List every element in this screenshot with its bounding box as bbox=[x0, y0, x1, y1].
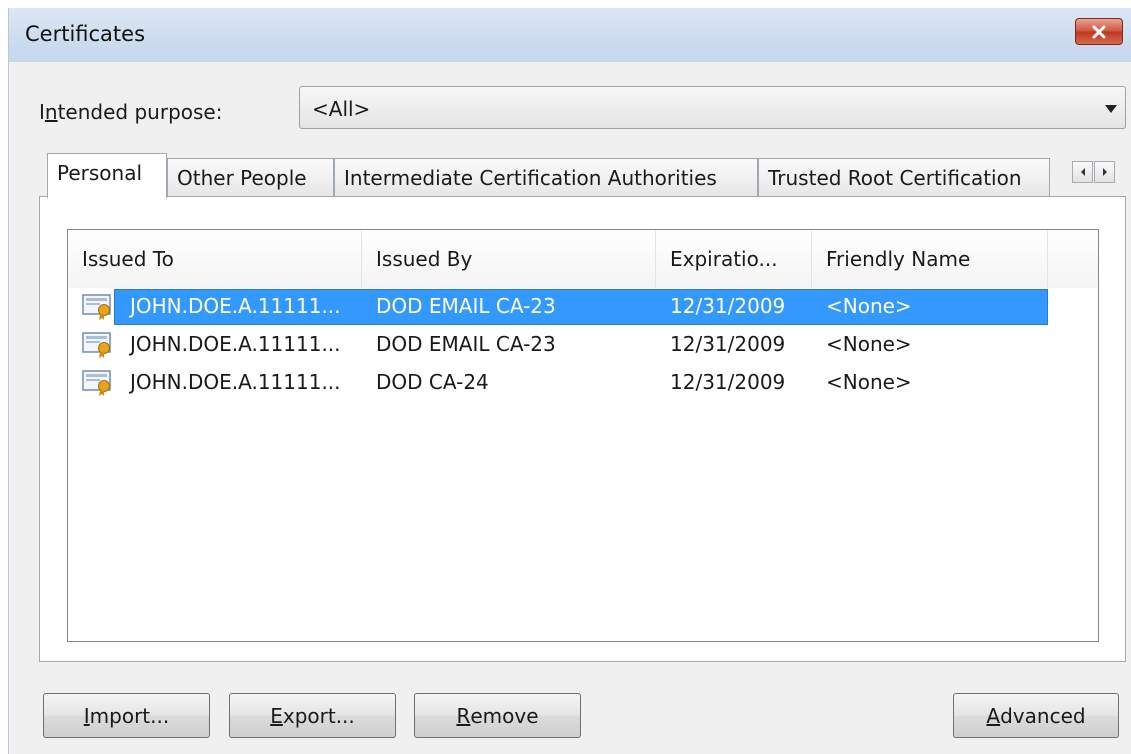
table-row[interactable]: JOHN.DOE.A.11111... DOD CA-24 12/31/2009… bbox=[68, 365, 1050, 401]
column-header-expiration[interactable]: Expiratio... bbox=[656, 230, 812, 288]
accelerator-key: R bbox=[456, 703, 471, 728]
tab-other-people[interactable]: Other People bbox=[167, 158, 334, 196]
advanced-button[interactable]: Advanced bbox=[953, 693, 1119, 738]
close-button[interactable] bbox=[1075, 18, 1123, 45]
button-label: xport... bbox=[282, 703, 355, 728]
button-label: mport... bbox=[89, 703, 170, 728]
tab-scroll-right-button[interactable] bbox=[1094, 161, 1115, 183]
cell-issued-to: JOHN.DOE.A.11111... bbox=[130, 370, 341, 394]
cell-issued-to: JOHN.DOE.A.11111... bbox=[130, 332, 341, 356]
button-label: emove bbox=[470, 703, 539, 728]
cell-friendly-name: <None> bbox=[826, 370, 912, 394]
column-header-friendly-name[interactable]: Friendly Name bbox=[812, 230, 1048, 288]
title-bar[interactable]: Certificates bbox=[9, 8, 1131, 62]
intended-purpose-label: Intended purpose: bbox=[39, 100, 222, 124]
cell-friendly-name: <None> bbox=[826, 294, 912, 318]
cell-issued-to: JOHN.DOE.A.11111... bbox=[130, 294, 341, 318]
tab-trusted-root[interactable]: Trusted Root Certification bbox=[758, 158, 1050, 196]
certificate-icon bbox=[82, 332, 111, 358]
column-header-issued-by[interactable]: Issued By bbox=[362, 230, 656, 288]
cell-friendly-name: <None> bbox=[826, 332, 912, 356]
cell-expiration: 12/31/2009 bbox=[670, 370, 786, 394]
list-header: Issued To Issued By Expiratio... Friendl… bbox=[68, 230, 1098, 288]
accelerator-key: A bbox=[986, 703, 1001, 728]
cell-expiration: 12/31/2009 bbox=[670, 294, 786, 318]
button-label: dvanced bbox=[1000, 703, 1086, 728]
certificate-icon bbox=[82, 370, 111, 396]
table-row[interactable]: JOHN.DOE.A.11111... DOD EMAIL CA-23 12/3… bbox=[68, 289, 1050, 325]
tab-personal[interactable]: Personal bbox=[47, 153, 167, 198]
remove-button[interactable]: Remove bbox=[414, 693, 581, 738]
intended-purpose-dropdown[interactable]: <All> bbox=[299, 86, 1126, 129]
cell-issued-by: DOD EMAIL CA-23 bbox=[376, 332, 556, 356]
certificate-list[interactable]: Issued To Issued By Expiratio... Friendl… bbox=[67, 229, 1099, 642]
label-accelerator: n bbox=[44, 100, 58, 124]
tab-scroll-left-button[interactable] bbox=[1072, 161, 1093, 183]
accelerator-key: E bbox=[270, 703, 283, 728]
label-part: tended purpose: bbox=[57, 100, 223, 124]
table-row[interactable]: JOHN.DOE.A.11111... DOD EMAIL CA-23 12/3… bbox=[68, 327, 1050, 363]
export-button[interactable]: Export... bbox=[229, 693, 396, 738]
import-button[interactable]: Import... bbox=[43, 693, 210, 738]
chevron-down-icon bbox=[1105, 105, 1117, 113]
cell-issued-by: DOD CA-24 bbox=[376, 370, 489, 394]
chevron-left-icon bbox=[1080, 168, 1085, 176]
chevron-right-icon bbox=[1102, 168, 1107, 176]
certificates-dialog: Certificates Intended purpose: <All> Per… bbox=[8, 8, 1131, 754]
tab-intermediate-ca[interactable]: Intermediate Certification Authorities bbox=[334, 158, 758, 196]
certificate-icon bbox=[82, 294, 111, 320]
dialog-title: Certificates bbox=[25, 22, 146, 46]
cell-expiration: 12/31/2009 bbox=[670, 332, 786, 356]
cell-issued-by: DOD EMAIL CA-23 bbox=[376, 294, 556, 318]
column-header-issued-to[interactable]: Issued To bbox=[68, 230, 362, 288]
close-icon bbox=[1092, 25, 1106, 38]
dropdown-value: <All> bbox=[312, 97, 371, 121]
